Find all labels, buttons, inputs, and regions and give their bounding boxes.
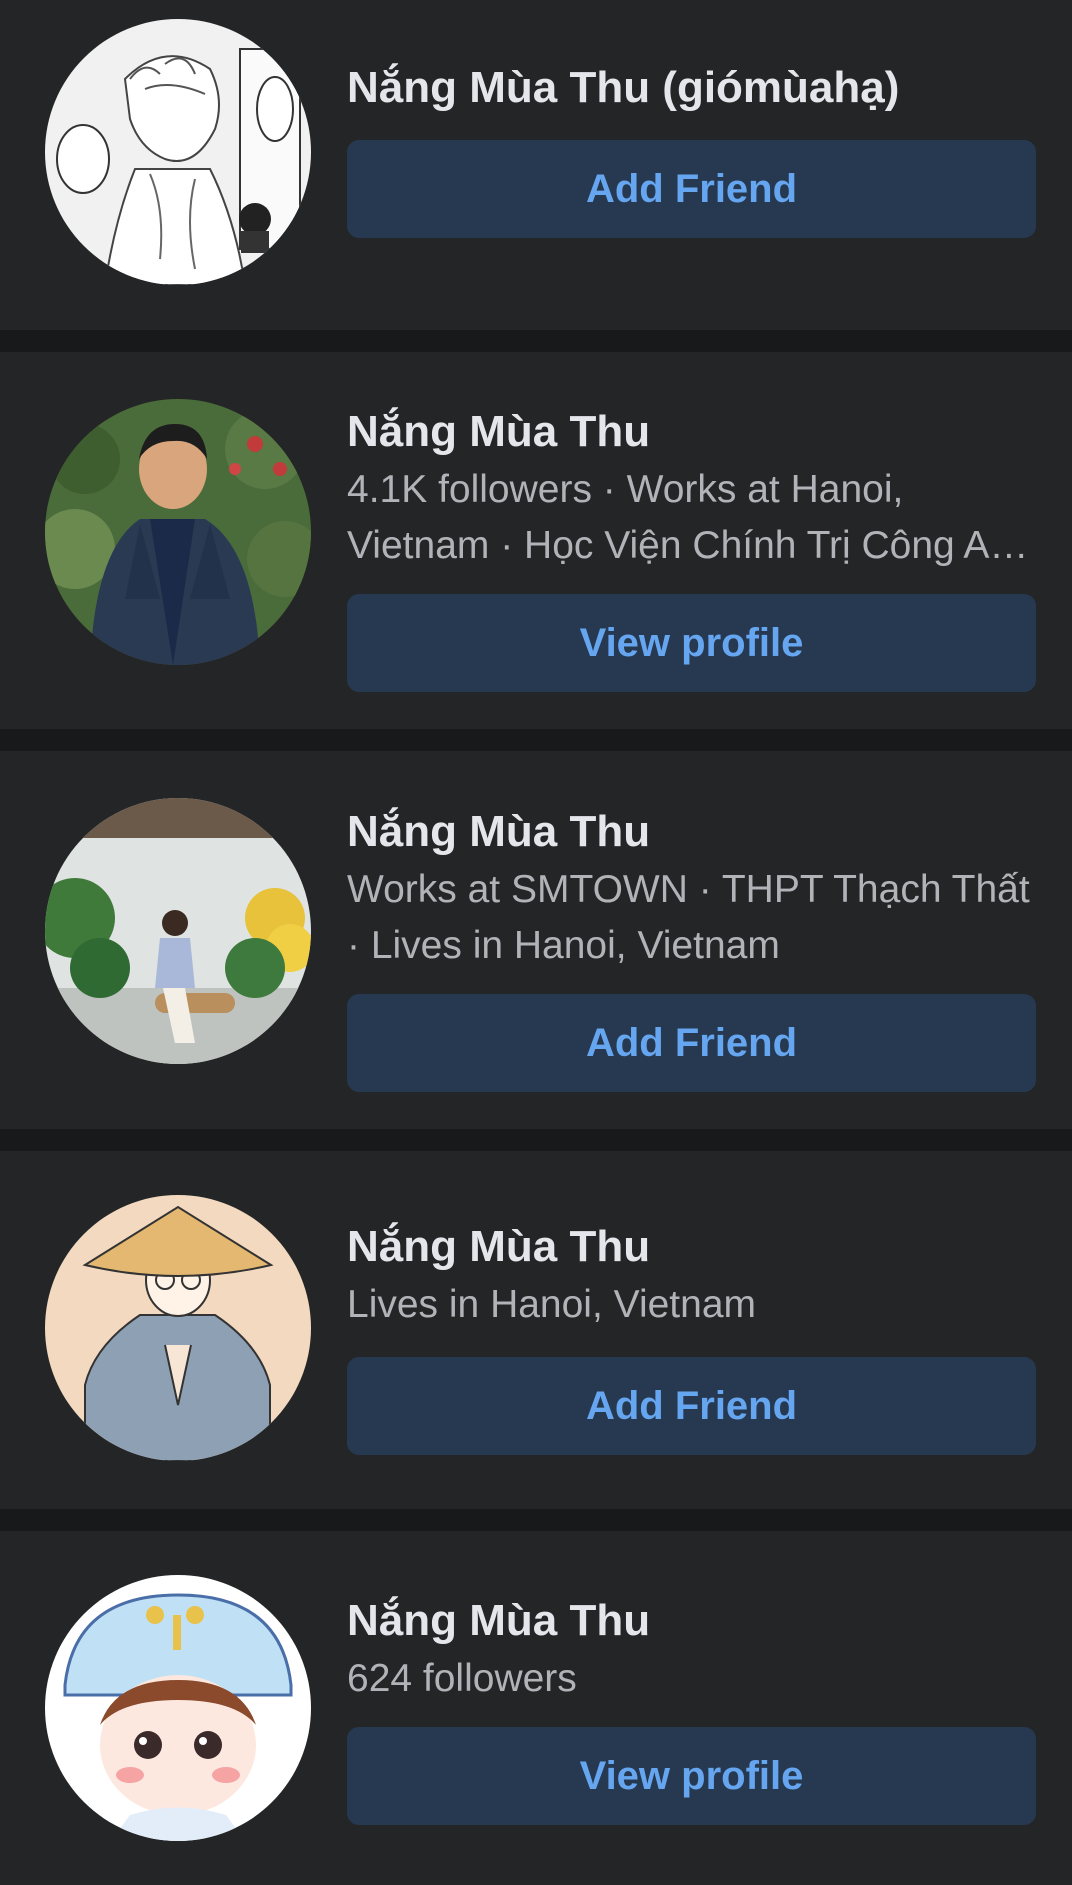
- profile-avatar[interactable]: [45, 1195, 311, 1461]
- profile-avatar[interactable]: [45, 1575, 311, 1841]
- result-card: Nắng Mùa Thu 4.1K followers · Works at H…: [0, 352, 1072, 751]
- result-card: Nắng Mùa Thu (giómùahạ) Add Friend: [0, 0, 1072, 352]
- profile-details: 4.1K followers · Works at Hanoi, Vietnam…: [347, 468, 1012, 567]
- add-friend-button[interactable]: Add Friend: [347, 994, 1036, 1092]
- add-friend-button[interactable]: Add Friend: [347, 140, 1036, 238]
- man-in-jacket-avatar-icon: [45, 399, 311, 665]
- profile-details: 624 followers: [347, 1657, 577, 1700]
- profile-name[interactable]: Nắng Mùa Thu: [347, 404, 1036, 460]
- view-profile-button[interactable]: View profile: [347, 1727, 1036, 1825]
- result-card: Nắng Mùa Thu Lives in Hanoi, Vietnam Add…: [0, 1151, 1072, 1531]
- view-profile-button[interactable]: View profile: [347, 594, 1036, 692]
- manga-sketch-avatar-icon: [45, 19, 311, 285]
- result-info: Nắng Mùa Thu 4.1K followers · Works at H…: [347, 404, 1036, 692]
- profile-avatar[interactable]: [45, 399, 311, 665]
- profile-avatar[interactable]: [45, 798, 311, 1064]
- result-info: Nắng Mùa Thu Works at SMTOWN · THPT Thạc…: [347, 804, 1036, 1092]
- add-friend-button[interactable]: Add Friend: [347, 1357, 1036, 1455]
- result-info: Nắng Mùa Thu (giómùahạ) Add Friend: [347, 60, 1036, 238]
- result-card: Nắng Mùa Thu 624 followers View profile: [0, 1531, 1072, 1885]
- profile-name[interactable]: Nắng Mùa Thu: [347, 1219, 1036, 1275]
- profile-details: Lives in Hanoi, Vietnam: [347, 1283, 757, 1326]
- result-info: Nắng Mùa Thu 624 followers View profile: [347, 1593, 1036, 1825]
- profile-name[interactable]: Nắng Mùa Thu: [347, 1593, 1036, 1649]
- profile-avatar[interactable]: [45, 19, 311, 285]
- woman-with-plants-avatar-icon: [45, 798, 311, 1064]
- result-card: Nắng Mùa Thu Works at SMTOWN · THPT Thạc…: [0, 751, 1072, 1151]
- result-info: Nắng Mùa Thu Lives in Hanoi, Vietnam Add…: [347, 1219, 1036, 1455]
- profile-name[interactable]: Nắng Mùa Thu (giómùahạ): [347, 60, 1036, 116]
- profile-details: Works at SMTOWN · THPT Thạch Thất · Live…: [347, 868, 1030, 967]
- cartoon-child-hat-avatar-icon: [45, 1575, 311, 1841]
- conical-hat-illustration-avatar-icon: [45, 1195, 311, 1461]
- profile-name[interactable]: Nắng Mùa Thu: [347, 804, 1036, 860]
- search-results-list: Nắng Mùa Thu (giómùahạ) Add Friend Nắng …: [0, 0, 1072, 1885]
